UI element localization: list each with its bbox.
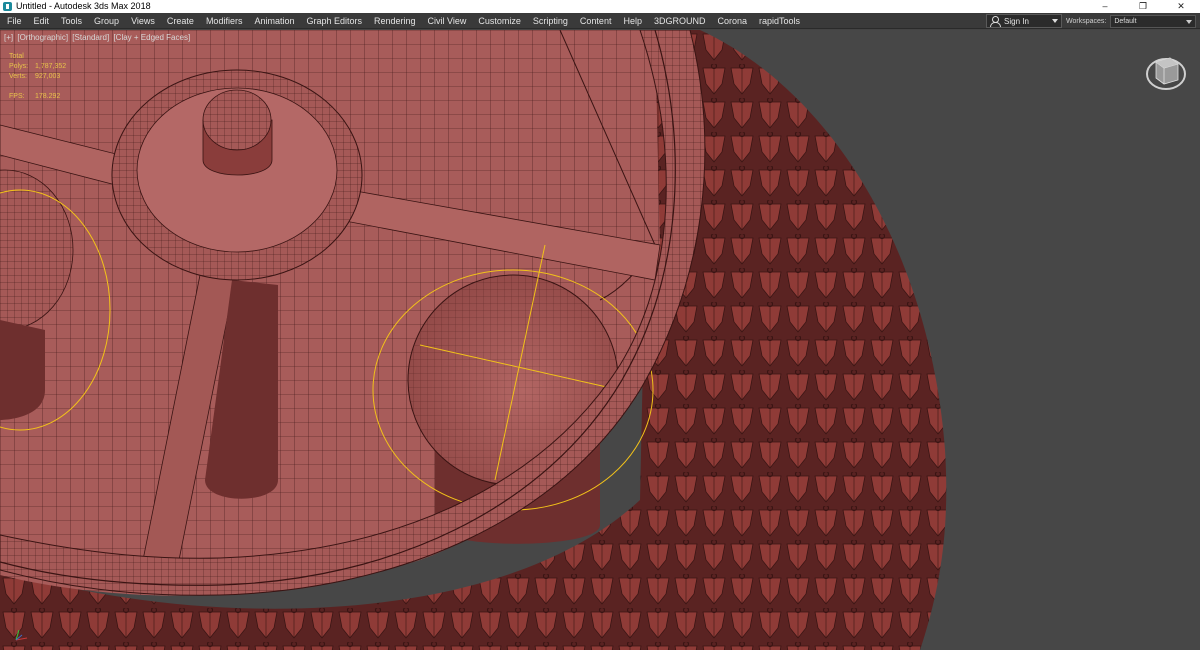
menu-animation[interactable]: Animation bbox=[248, 13, 300, 29]
minimize-button[interactable]: – bbox=[1086, 0, 1124, 13]
menu-civil-view[interactable]: Civil View bbox=[422, 13, 473, 29]
user-icon bbox=[989, 15, 1001, 27]
menu-help[interactable]: Help bbox=[617, 13, 648, 29]
menu-edit[interactable]: Edit bbox=[28, 13, 56, 29]
window-controls: – ❐ ✕ bbox=[1086, 0, 1200, 13]
menu-group[interactable]: Group bbox=[88, 13, 125, 29]
menu-3dground[interactable]: 3DGROUND bbox=[648, 13, 712, 29]
chevron-down-icon bbox=[1052, 19, 1058, 23]
workspaces-dropdown[interactable]: Default bbox=[1110, 14, 1197, 28]
menu-file[interactable]: File bbox=[0, 13, 28, 29]
workspaces-label: Workspaces: bbox=[1066, 17, 1107, 25]
menu-rapidtools[interactable]: rapidTools bbox=[753, 13, 806, 29]
menu-modifiers[interactable]: Modifiers bbox=[200, 13, 249, 29]
menu-create[interactable]: Create bbox=[161, 13, 200, 29]
viewport-statistics: Total Polys: 1,787,352 Verts: 927,003 FP… bbox=[9, 52, 66, 102]
menu-customize[interactable]: Customize bbox=[472, 13, 527, 29]
stats-polys-value: 1,787,352 bbox=[35, 63, 67, 70]
menu-scripting[interactable]: Scripting bbox=[527, 13, 574, 29]
menu-corona[interactable]: Corona bbox=[711, 13, 753, 29]
viewport-menu-plus[interactable]: [+] bbox=[4, 33, 13, 42]
sign-in-dropdown[interactable]: Sign In bbox=[986, 14, 1062, 28]
workspaces-selector: Workspaces: Default bbox=[1066, 13, 1197, 29]
stats-fps-label: FPS: bbox=[9, 93, 25, 100]
axis-tripod-icon bbox=[15, 629, 28, 641]
menu-graph-editors[interactable]: Graph Editors bbox=[300, 13, 368, 29]
scene-render[interactable] bbox=[0, 30, 1200, 650]
3ds-max-icon bbox=[3, 2, 12, 11]
menu-bar: File Edit Tools Group Views Create Modif… bbox=[0, 13, 1200, 29]
stats-polys-label: Polys: bbox=[9, 63, 29, 70]
close-button[interactable]: ✕ bbox=[1162, 0, 1200, 13]
viewcube-icon[interactable] bbox=[1143, 48, 1189, 94]
window-title: Untitled - Autodesk 3ds Max 2018 bbox=[16, 1, 151, 11]
menu-tools[interactable]: Tools bbox=[55, 13, 88, 29]
perspective-viewport[interactable]: [+] [Orthographic] [Standard] [Clay + Ed… bbox=[0, 30, 1200, 650]
stats-total-label: Total bbox=[9, 53, 24, 60]
viewport-view-type[interactable]: [Orthographic] bbox=[17, 33, 68, 42]
restore-button[interactable]: ❐ bbox=[1124, 0, 1162, 13]
menu-views[interactable]: Views bbox=[125, 13, 161, 29]
viewport-label[interactable]: [+] [Orthographic] [Standard] [Clay + Ed… bbox=[4, 33, 192, 42]
title-bar: Untitled - Autodesk 3ds Max 2018 – ❐ ✕ bbox=[0, 0, 1200, 13]
sign-in-label: Sign In bbox=[1004, 16, 1029, 26]
stats-fps-value: 178.292 bbox=[35, 93, 61, 100]
stats-verts-value: 927,003 bbox=[35, 73, 61, 80]
menu-rendering[interactable]: Rendering bbox=[368, 13, 422, 29]
viewport-display-mode[interactable]: [Clay + Edged Faces] bbox=[113, 33, 190, 42]
stats-verts-label: Verts: bbox=[9, 73, 27, 80]
menu-content[interactable]: Content bbox=[574, 13, 618, 29]
viewport-shading-standard[interactable]: [Standard] bbox=[72, 33, 109, 42]
